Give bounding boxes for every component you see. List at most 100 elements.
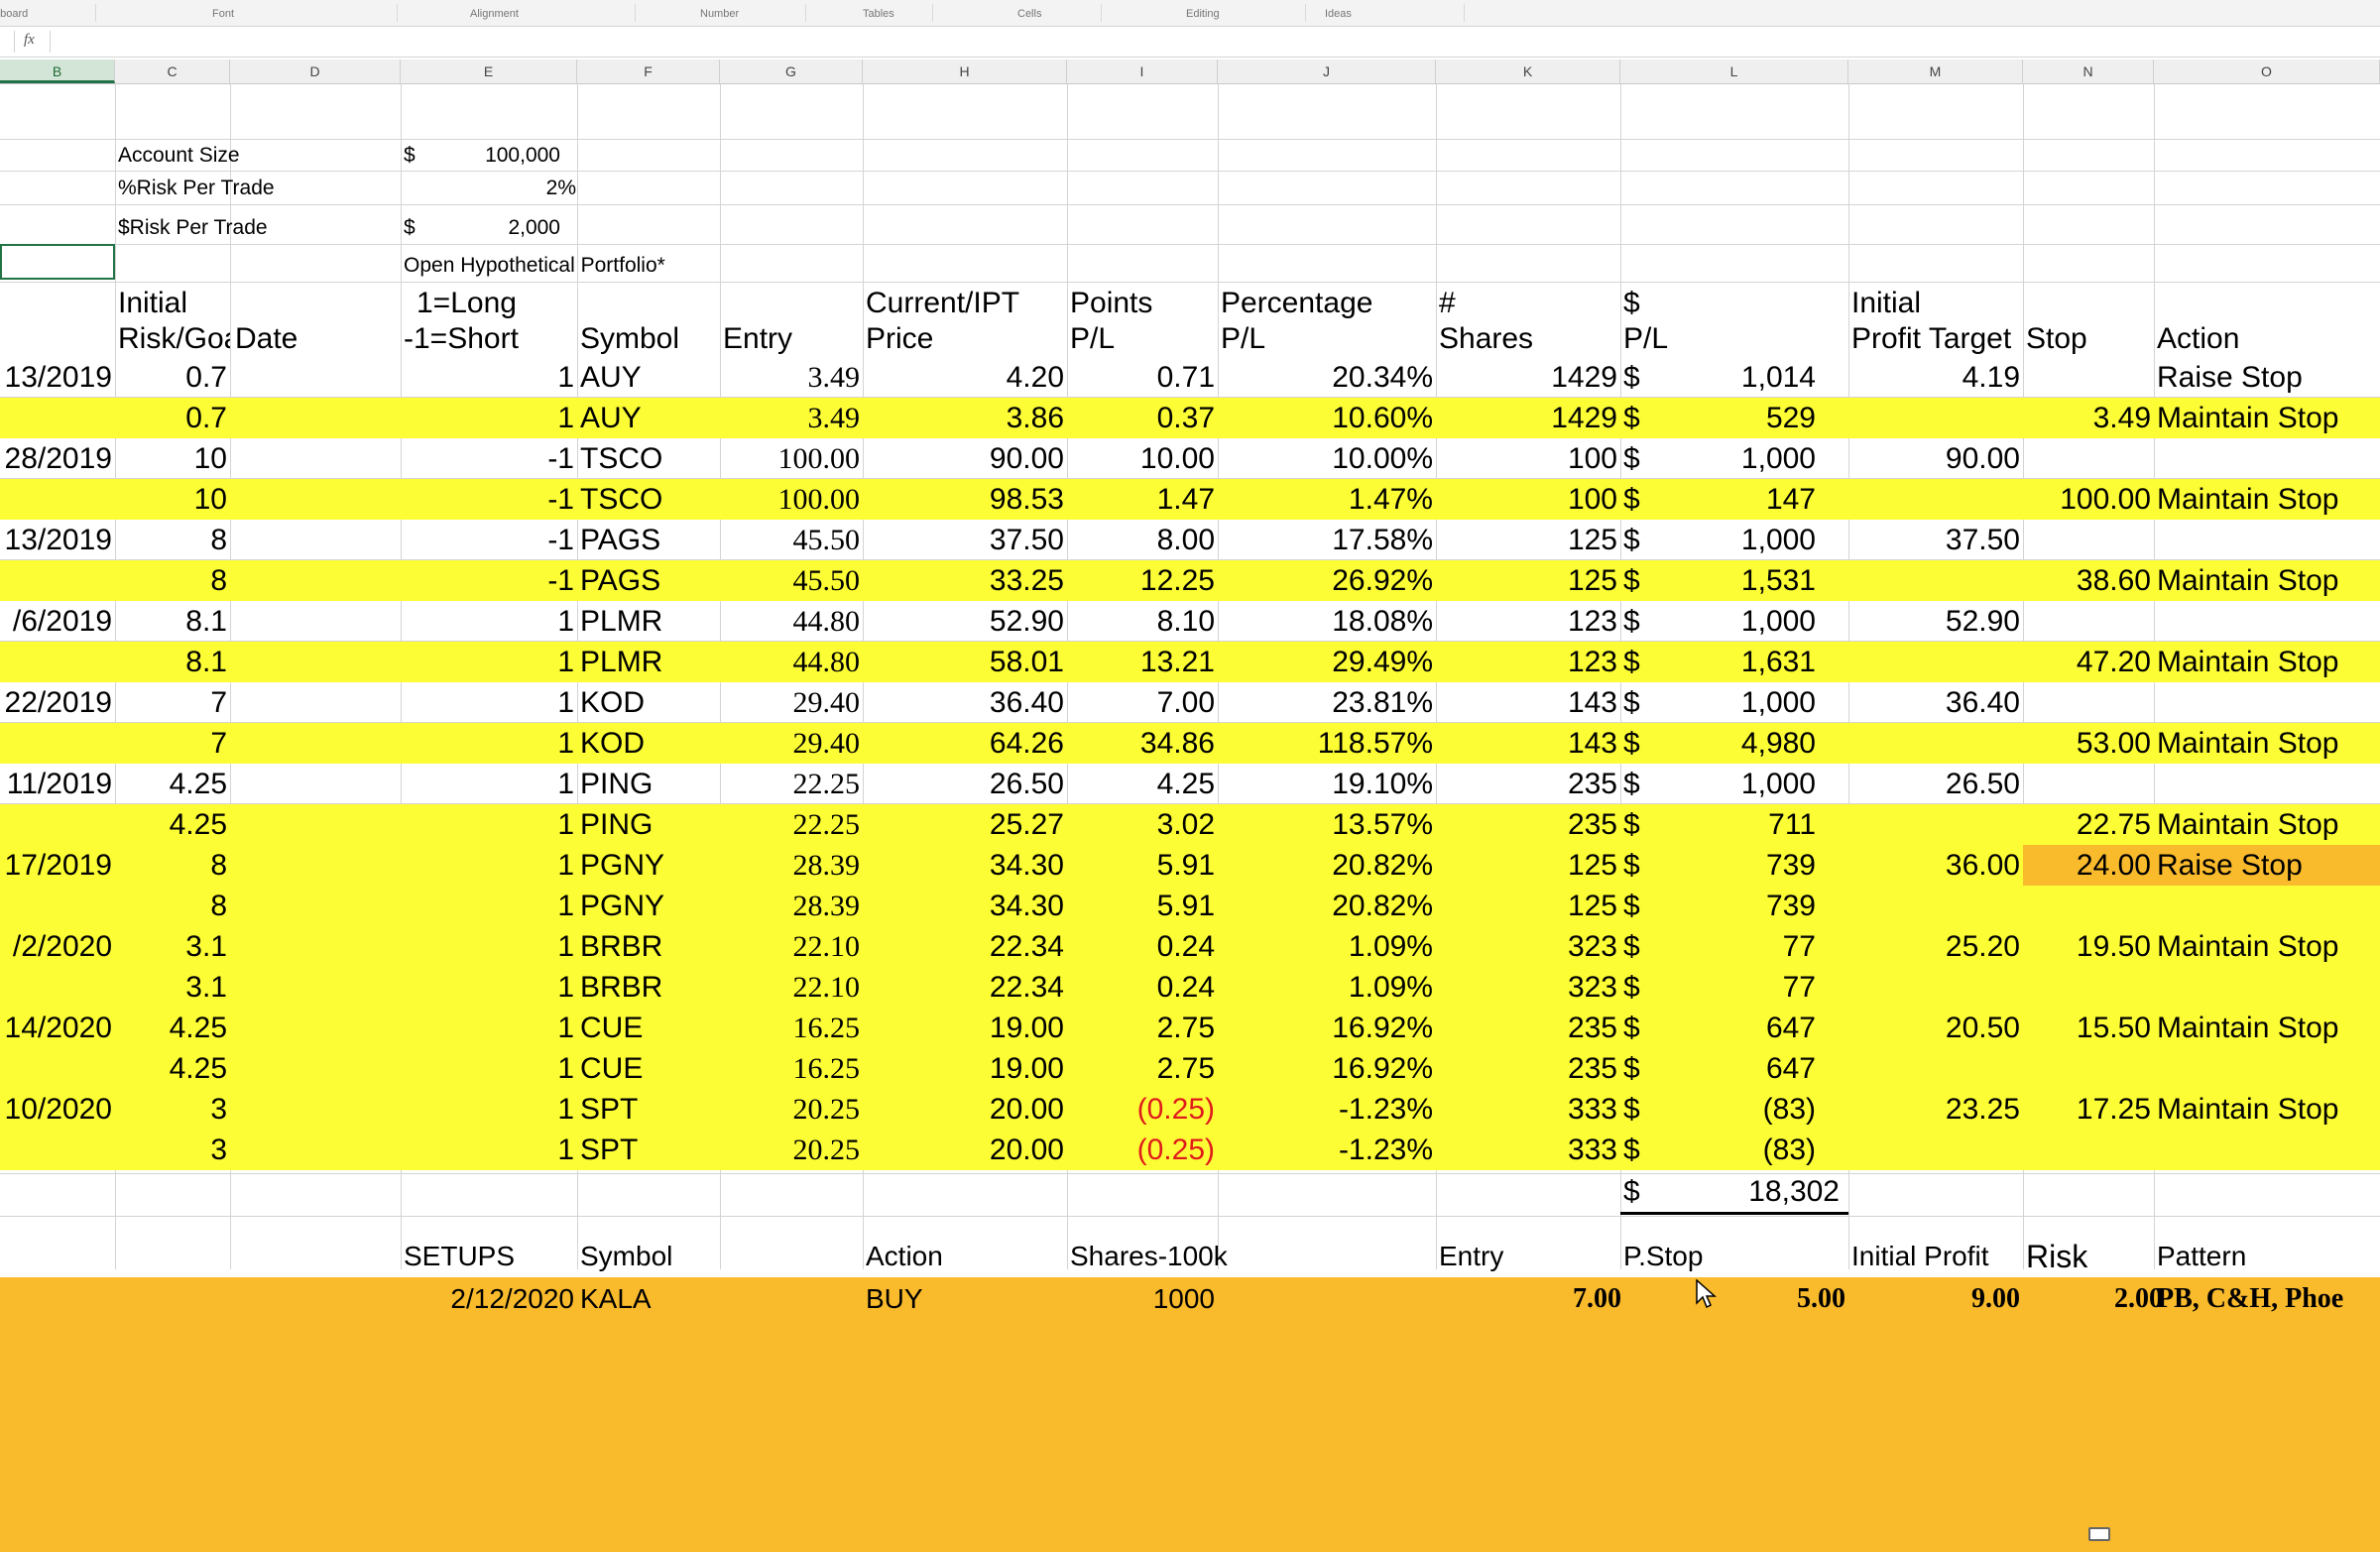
- cell-stop[interactable]: [2023, 886, 2154, 926]
- cell-shares[interactable]: 1429: [1436, 357, 1620, 398]
- cell-price[interactable]: 19.00: [863, 1008, 1067, 1048]
- cell-points-pl[interactable]: 8.00: [1067, 520, 1218, 560]
- cell-points-pl[interactable]: 5.91: [1067, 886, 1218, 926]
- header-initial[interactable]: Initial: [115, 286, 230, 321]
- cell-action[interactable]: Maintain Stop: [2154, 804, 2380, 845]
- cell-price[interactable]: 34.30: [863, 845, 1067, 886]
- cell-shares[interactable]: 123: [1436, 601, 1620, 642]
- cell-risk-goal[interactable]: 8: [115, 886, 230, 926]
- cell-profit-target[interactable]: [1848, 1130, 2023, 1170]
- cell-symbol[interactable]: CUE: [577, 1008, 720, 1048]
- cell-direction[interactable]: 1: [401, 804, 577, 845]
- page-layout-view-icon[interactable]: [2088, 1527, 2110, 1541]
- cell-date[interactable]: [0, 886, 115, 926]
- cell-points-pl[interactable]: 3.02: [1067, 804, 1218, 845]
- cell-direction[interactable]: 1: [401, 1089, 577, 1130]
- cell-stop[interactable]: 22.75: [2023, 804, 2154, 845]
- cell-risk-goal[interactable]: 8: [115, 520, 230, 560]
- column-header-f[interactable]: F: [577, 60, 720, 83]
- cell-direction[interactable]: 1: [401, 601, 577, 642]
- cell-entry[interactable]: 100.00: [720, 438, 863, 479]
- cell-date[interactable]: [0, 804, 115, 845]
- cell-dollar-pl[interactable]: 711: [1620, 804, 1819, 845]
- cell-shares[interactable]: 333: [1436, 1089, 1620, 1130]
- cell-price[interactable]: 33.25: [863, 560, 1067, 601]
- cell-percentage-pl[interactable]: 20.82%: [1218, 886, 1436, 926]
- cell-action[interactable]: [2154, 438, 2380, 479]
- cell-shares[interactable]: 100: [1436, 479, 1620, 520]
- cell-dollar-pl[interactable]: 1,014: [1620, 357, 1819, 398]
- column-header-m[interactable]: M: [1848, 60, 2023, 83]
- cell-date[interactable]: 13/2019: [0, 520, 115, 560]
- cell-dollar-pl[interactable]: 529: [1620, 398, 1819, 438]
- cell-action[interactable]: [2154, 520, 2380, 560]
- cell-symbol[interactable]: PLMR: [577, 601, 720, 642]
- cell-shares[interactable]: 100: [1436, 438, 1620, 479]
- cell-percentage-pl[interactable]: 18.08%: [1218, 601, 1436, 642]
- cell-shares[interactable]: 323: [1436, 967, 1620, 1008]
- cell-price[interactable]: 52.90: [863, 601, 1067, 642]
- cell-dollar-pl[interactable]: 77: [1620, 926, 1819, 967]
- cell-stop[interactable]: 38.60: [2023, 560, 2154, 601]
- cell-action[interactable]: [2154, 1130, 2380, 1170]
- cell-percentage-pl[interactable]: 29.49%: [1218, 642, 1436, 682]
- cell-stop[interactable]: 19.50: [2023, 926, 2154, 967]
- cell-risk-goal[interactable]: 0.7: [115, 398, 230, 438]
- cell-percentage-pl[interactable]: 16.92%: [1218, 1008, 1436, 1048]
- risk-dollar-label[interactable]: $Risk Per Trade: [115, 212, 373, 244]
- active-cell-selection[interactable]: [0, 244, 115, 280]
- cell-percentage-pl[interactable]: 16.92%: [1218, 1048, 1436, 1089]
- cell-symbol[interactable]: PAGS: [577, 560, 720, 601]
- cell-action[interactable]: Maintain Stop: [2154, 926, 2380, 967]
- cell-stop[interactable]: [2023, 1048, 2154, 1089]
- cell-profit-target[interactable]: [1848, 886, 2023, 926]
- cell-direction[interactable]: 1: [401, 1008, 577, 1048]
- cell-action[interactable]: Maintain Stop: [2154, 723, 2380, 764]
- cell-shares[interactable]: 125: [1436, 560, 1620, 601]
- cell-symbol[interactable]: PING: [577, 764, 720, 804]
- cell-entry[interactable]: 3.49: [720, 357, 863, 398]
- column-header-o[interactable]: O: [2154, 60, 2380, 83]
- cell-entry[interactable]: 28.39: [720, 845, 863, 886]
- cell-date[interactable]: [0, 642, 115, 682]
- cell-points-pl[interactable]: 0.37: [1067, 398, 1218, 438]
- cell-risk-goal[interactable]: 10: [115, 438, 230, 479]
- cell-direction[interactable]: 1: [401, 926, 577, 967]
- column-header-l[interactable]: L: [1620, 60, 1848, 83]
- cell-symbol[interactable]: SPT: [577, 1089, 720, 1130]
- cell-price[interactable]: 22.34: [863, 926, 1067, 967]
- cell-action[interactable]: Maintain Stop: [2154, 560, 2380, 601]
- cell-stop[interactable]: [2023, 1130, 2154, 1170]
- cell-entry[interactable]: 16.25: [720, 1008, 863, 1048]
- cell-direction[interactable]: 1: [401, 357, 577, 398]
- setups-action-header[interactable]: Action: [863, 1238, 1067, 1275]
- cell-profit-target[interactable]: [1848, 642, 2023, 682]
- cell-profit-target[interactable]: 23.25: [1848, 1089, 2023, 1130]
- cell-entry[interactable]: 45.50: [720, 560, 863, 601]
- cell-points-pl[interactable]: (0.25): [1067, 1089, 1218, 1130]
- cell-entry[interactable]: 29.40: [720, 723, 863, 764]
- cell-price[interactable]: 19.00: [863, 1048, 1067, 1089]
- column-header-i[interactable]: I: [1067, 60, 1218, 83]
- cell-profit-target[interactable]: [1848, 560, 2023, 601]
- cell-direction[interactable]: 1: [401, 1048, 577, 1089]
- cell-percentage-pl[interactable]: 10.00%: [1218, 438, 1436, 479]
- risk-pct-label[interactable]: %Risk Per Trade: [115, 173, 373, 204]
- cell-symbol[interactable]: AUY: [577, 398, 720, 438]
- cell-price[interactable]: 26.50: [863, 764, 1067, 804]
- setups-entry-header[interactable]: Entry: [1436, 1238, 1620, 1275]
- cell-stop[interactable]: 100.00: [2023, 479, 2154, 520]
- cell-shares[interactable]: 235: [1436, 1048, 1620, 1089]
- cell-shares[interactable]: 323: [1436, 926, 1620, 967]
- cell-direction[interactable]: 1: [401, 398, 577, 438]
- cell-date[interactable]: [0, 479, 115, 520]
- cell-direction[interactable]: 1: [401, 886, 577, 926]
- header-action[interactable]: Action: [2154, 321, 2380, 357]
- cell-risk-goal[interactable]: 4.25: [115, 1048, 230, 1089]
- cell-percentage-pl[interactable]: 19.10%: [1218, 764, 1436, 804]
- cell-price[interactable]: 20.00: [863, 1089, 1067, 1130]
- cell-action[interactable]: Maintain Stop: [2154, 1089, 2380, 1130]
- cell-direction[interactable]: 1: [401, 967, 577, 1008]
- column-header-d[interactable]: D: [230, 60, 401, 83]
- cell-date[interactable]: 11/2019: [0, 764, 115, 804]
